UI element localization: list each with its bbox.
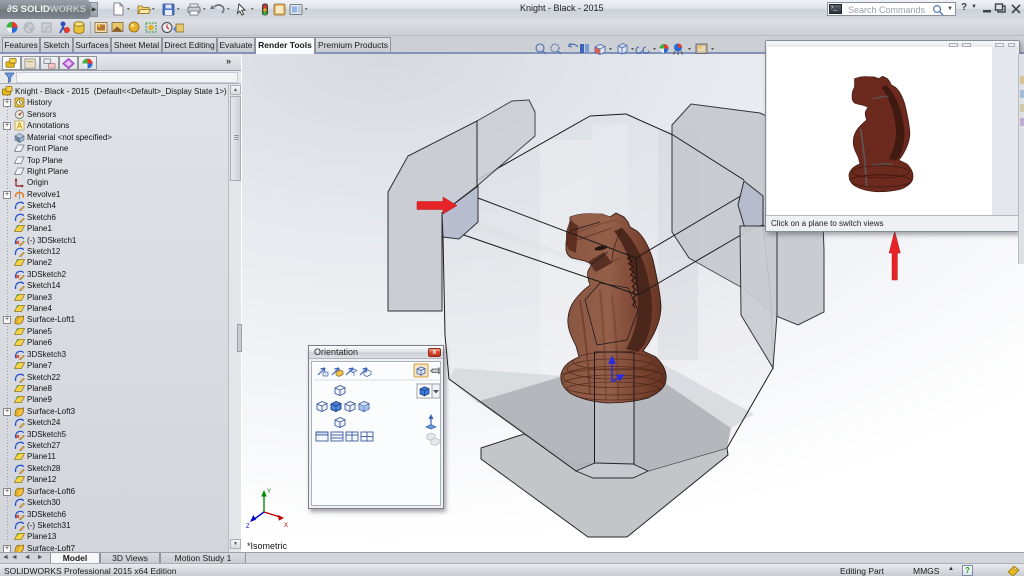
svg-text:*Isometric: *Isometric bbox=[247, 541, 288, 551]
svg-text:Y: Y bbox=[267, 489, 271, 495]
svg-text:X: X bbox=[284, 523, 288, 529]
svg-text:Z: Z bbox=[246, 524, 250, 530]
svg-text:A: A bbox=[17, 122, 23, 131]
